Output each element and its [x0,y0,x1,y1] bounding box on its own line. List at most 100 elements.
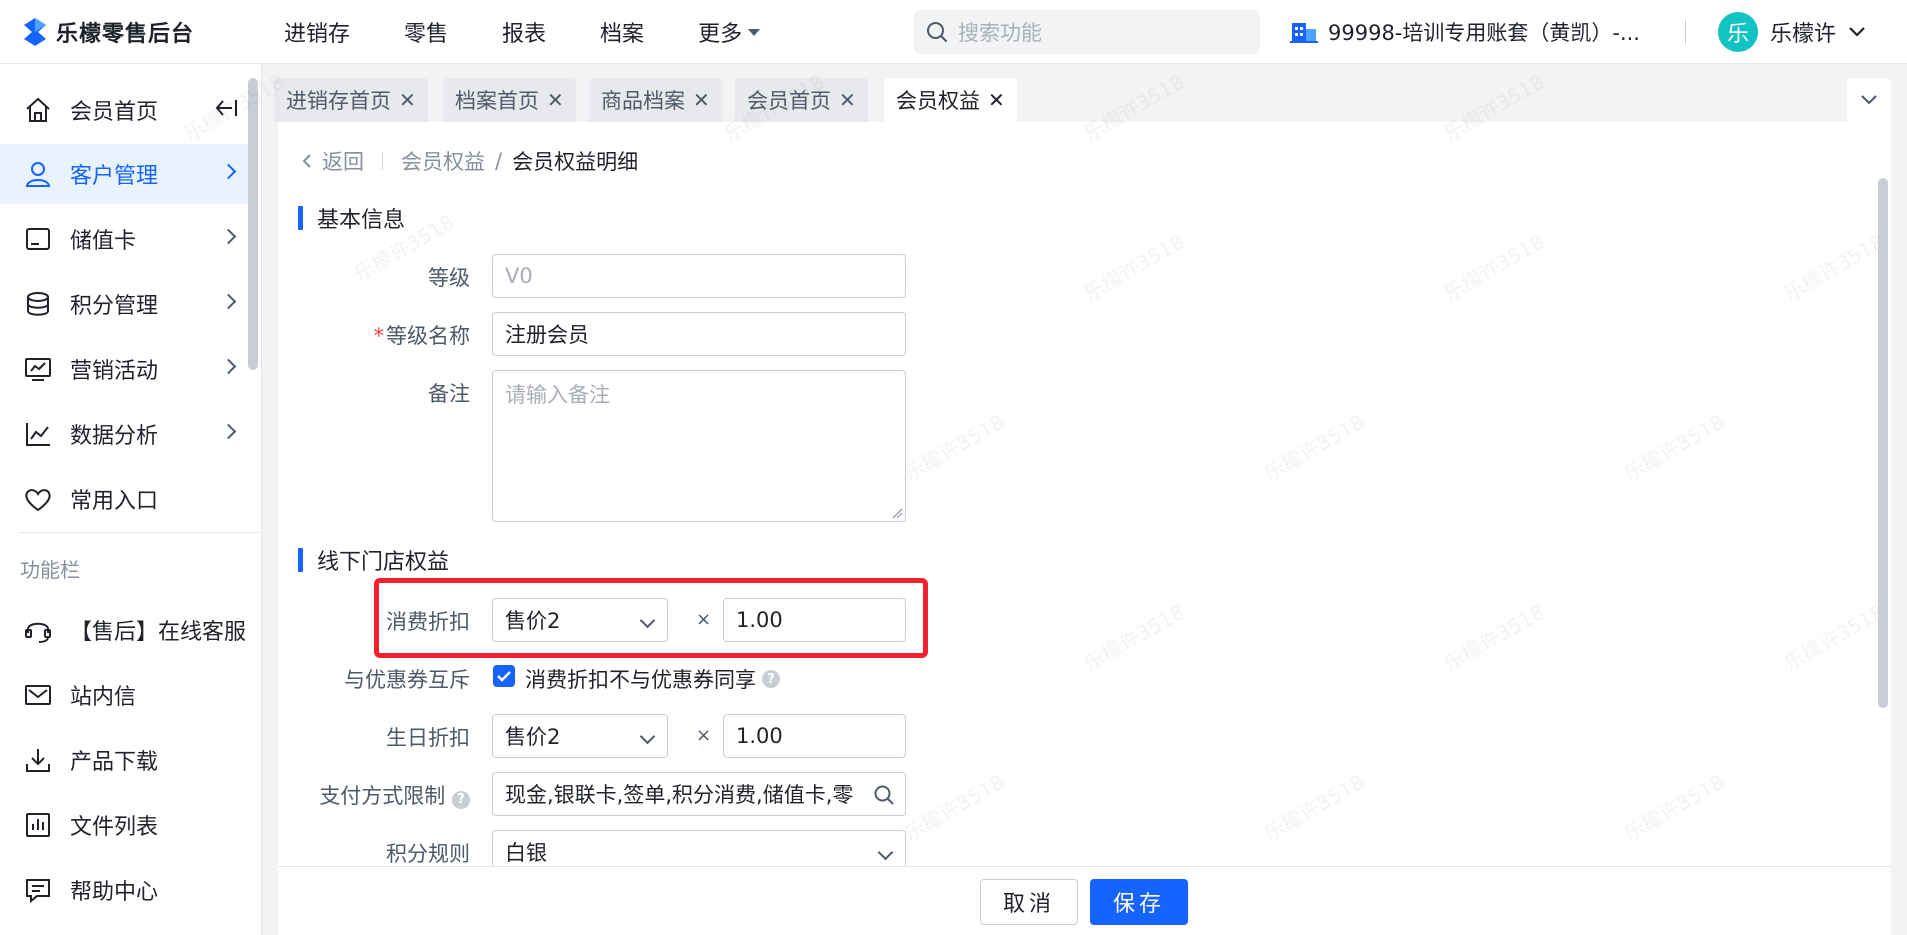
cancel-button[interactable]: 取消 [980,879,1078,925]
search-icon [927,22,947,42]
save-button[interactable]: 保存 [1090,879,1188,925]
avatar: 乐 [1718,12,1758,52]
breadcrumb-separator: / [495,149,503,173]
birthday-rate-input[interactable]: 1.00 [723,714,906,758]
sidebar-item-file-list[interactable]: 文件列表 [0,795,248,855]
watermark: 乐檬许3518 [1440,599,1549,676]
nav-inventory[interactable]: 进销存 [284,16,350,48]
search-icon[interactable] [873,784,895,806]
payment-limit-input[interactable]: 现金,银联卡,签单,积分消费,储值卡,零 [492,772,906,816]
close-icon[interactable]: ✕ [839,88,856,112]
search-placeholder: 搜索功能 [958,21,1042,45]
back-link[interactable]: 返回 [302,146,364,176]
level-input[interactable]: V0 [492,254,906,298]
watermark: 乐檬许3518 [1620,409,1729,486]
sidebar-item-marketing[interactable]: 营销活动 [0,339,248,399]
close-icon[interactable]: ✕ [547,88,564,112]
sidebar-item-label: 【售后】在线客服 [70,620,247,645]
header-divider [1685,20,1686,44]
help-icon[interactable]: ? [762,670,780,688]
points-rule-label: 积分规则 [386,842,470,866]
resize-handle-icon[interactable] [891,507,903,519]
sidebar-item-label: 储值卡 [70,229,137,254]
monitor-icon [22,353,54,385]
highlight-box [374,578,928,658]
close-icon[interactable]: ✕ [399,88,416,112]
payment-limit-text: 支付方式限制 [319,784,446,808]
sidebar-scrollbar[interactable] [248,78,258,370]
user-menu[interactable]: 乐 乐檬许 [1718,0,1866,64]
building-icon [1290,23,1318,43]
watermark: 乐檬许3518 [1080,599,1189,676]
chevron-right-icon [220,228,237,245]
birthday-price-select[interactable]: 售价2 [492,714,668,758]
points-rule-value: 白银 [505,841,547,865]
level-name-input[interactable]: 注册会员 [492,312,906,356]
sidebar-item-customer-management[interactable]: 客户管理 [0,144,248,204]
section-basic-info: 基本信息 [298,202,405,234]
breadcrumb-current: 会员权益明细 [512,150,639,174]
chevron-right-icon [220,293,237,310]
heart-icon [22,483,54,515]
user-icon [22,158,54,190]
tab-inventory-home[interactable]: 进销存首页 ✕ [274,78,428,122]
user-name: 乐檬许 [1770,22,1837,47]
chevron-down-icon [1849,27,1865,37]
chevron-right-icon [220,423,237,440]
tab-archives-home[interactable]: 档案首页 ✕ [443,78,576,122]
app-title: 乐檬零售后台 [56,22,195,47]
help-icon[interactable]: ? [452,790,470,809]
sidebar-item-label: 客户管理 [70,164,159,189]
birthday-discount-label: 生日折扣 [386,726,470,750]
sidebar-item-help-center[interactable]: 帮助中心 [0,860,248,920]
collapse-sidebar-icon[interactable] [214,98,238,122]
app-logo[interactable]: 乐檬零售后台 [22,16,194,48]
tab-overflow-button[interactable] [1847,78,1891,122]
close-icon[interactable]: ✕ [988,88,1005,112]
breadcrumb-divider [382,152,383,170]
tab-member-benefits[interactable]: 会员权益 ✕ [884,78,1017,122]
content-scrollbar[interactable] [1878,178,1888,708]
coupon-exclusive-label: 与优惠券互斥 [344,668,470,692]
sidebar-item-favorites[interactable]: 常用入口 [0,469,248,529]
nav-more[interactable]: 更多 [698,16,761,48]
close-icon[interactable]: ✕ [693,88,710,112]
sidebar-item-messages[interactable]: 站内信 [0,665,248,725]
watermark: 乐檬许3518 [1260,409,1369,486]
account-label: 99998-培训专用账套（黄凯）-... [1328,21,1640,45]
nav-reports[interactable]: 报表 [502,16,546,48]
nav-archives[interactable]: 档案 [600,16,644,48]
sidebar-item-label: 会员首页 [70,100,159,125]
section-title-text: 线下门店权益 [317,550,450,575]
sidebar: 会员首页 客户管理 储值卡 积分管理 营销活动 数据分析 常用入口 功能栏 【售… [0,64,262,935]
coupon-exclusive-checkbox[interactable] [493,665,515,687]
sidebar-item-label: 产品下载 [70,750,159,775]
account-switcher[interactable]: 99998-培训专用账套（黄凯）-... [1290,0,1640,64]
sidebar-item-downloads[interactable]: 产品下载 [0,730,248,790]
sidebar-item-label: 帮助中心 [70,880,159,905]
tab-bar: 进销存首页 ✕ 档案首页 ✕ 商品档案 ✕ 会员首页 ✕ 会员权益 ✕ [262,64,1907,122]
sidebar-item-stored-value-card[interactable]: 储值卡 [0,209,248,269]
function-search[interactable]: 搜索功能 [914,10,1260,54]
sidebar-item-label: 站内信 [70,685,137,710]
payment-limit-value: 现金,银联卡,签单,积分消费,储值卡,零 [505,783,854,807]
tab-member-home[interactable]: 会员首页 ✕ [735,78,868,122]
sidebar-item-data-analysis[interactable]: 数据分析 [0,404,248,464]
sidebar-item-member-home[interactable]: 会员首页 [0,80,248,140]
section-offline-benefits: 线下门店权益 [298,544,449,576]
sidebar-item-label: 文件列表 [70,815,159,840]
bar-chart-icon [22,809,54,841]
sidebar-item-points[interactable]: 积分管理 [0,274,248,334]
sidebar-item-online-support[interactable]: 【售后】在线客服 [0,600,248,660]
multiply-sign: × [696,725,712,746]
content-panel: 乐檬许3518 乐檬许3518 乐檬许3518 乐檬许3518 乐檬许3518 … [180,70,1891,935]
headset-icon [22,614,54,646]
checkmark-icon [497,671,511,682]
coupon-exclusive-option[interactable]: 消费折扣不与优惠券同享 ? [525,664,780,694]
tab-product-archive[interactable]: 商品档案 ✕ [589,78,722,122]
breadcrumb-parent[interactable]: 会员权益 [401,146,485,176]
remark-textarea[interactable]: 请输入备注 [492,370,906,522]
chevron-left-icon [302,154,311,168]
nav-retail[interactable]: 零售 [404,16,448,48]
card-icon [22,223,54,255]
